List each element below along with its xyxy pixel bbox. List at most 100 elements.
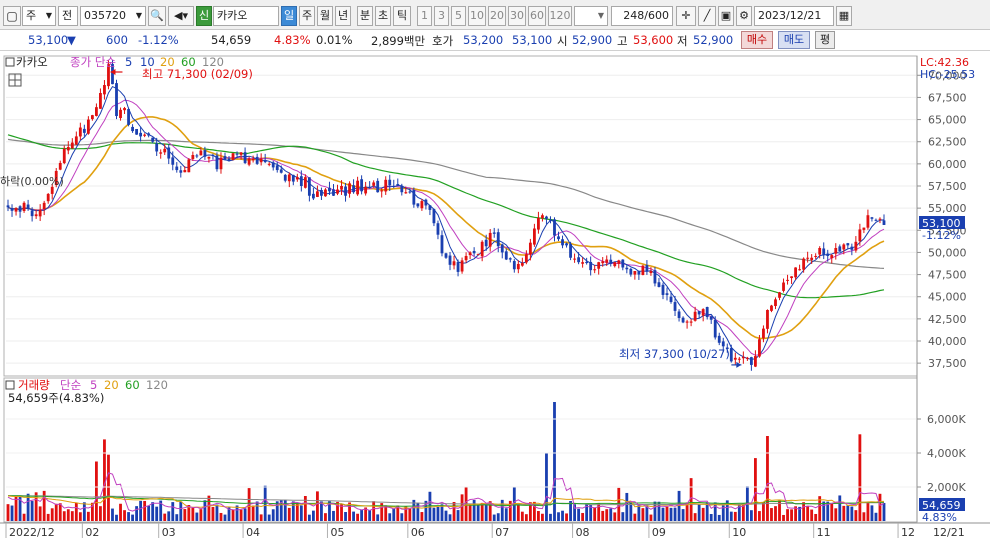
volume-bar	[480, 502, 484, 521]
volume-bar	[372, 501, 376, 521]
volume-bar	[625, 492, 629, 521]
volume-bar	[255, 501, 259, 521]
candle-body	[758, 339, 761, 357]
period-month-button[interactable]: 월	[317, 6, 333, 26]
buy-button[interactable]: 매수	[741, 31, 773, 49]
volume-bar	[641, 508, 645, 521]
crosshair-icon[interactable]: ✛	[676, 6, 696, 26]
minute-1-button[interactable]: 1	[417, 6, 432, 26]
line-tool-icon[interactable]: ╱	[698, 6, 716, 26]
search-icon[interactable]: 🔍	[148, 6, 166, 26]
candle-body	[223, 156, 227, 160]
volume-bar	[802, 502, 806, 521]
candle-body	[625, 267, 629, 270]
minute-10-button[interactable]: 10	[468, 6, 486, 26]
sell-button[interactable]: 매도	[778, 31, 810, 49]
legend-price-label: 종가 단순	[70, 55, 116, 69]
volume-bar	[219, 512, 223, 521]
volume-bar	[183, 509, 187, 521]
volume-bar	[408, 508, 412, 521]
period-minute-button[interactable]: 분	[357, 6, 373, 26]
minute-3-button[interactable]: 3	[434, 6, 449, 26]
period-day-button[interactable]: 일	[281, 6, 297, 26]
candle-body	[255, 156, 259, 164]
x-tick-label: 2022/12	[9, 526, 55, 539]
eval-button[interactable]: 평	[815, 31, 835, 49]
volume-bar	[770, 508, 773, 521]
volume-bar	[782, 514, 785, 521]
stock-chart[interactable]: 70,00067,50065,00062,50060,00057,50055,0…	[0, 52, 990, 542]
speaker-icon[interactable]: ◀▾	[168, 6, 194, 26]
candle-body	[701, 309, 705, 316]
minute-60-button[interactable]: 60	[528, 6, 546, 26]
candle-body	[219, 157, 223, 170]
save-icon[interactable]: ▣	[718, 6, 734, 26]
candle-body	[697, 311, 701, 315]
candle-body	[18, 206, 22, 212]
volume-bar	[207, 495, 211, 521]
price-tick-label: 67,500	[928, 91, 967, 104]
volume-bar	[557, 512, 560, 521]
candle-body	[119, 109, 122, 119]
volume-bar	[332, 510, 335, 521]
candle-body	[448, 255, 452, 265]
minute-120-button[interactable]: 120	[548, 6, 572, 26]
candle-body	[565, 243, 568, 246]
volume-bar	[669, 507, 673, 521]
candle-body	[468, 252, 472, 256]
volume-legend-ma120: 120	[146, 378, 168, 392]
candle-body	[239, 152, 243, 155]
candle-body	[520, 263, 524, 266]
candle-body	[444, 253, 448, 258]
volume-bar	[291, 501, 295, 521]
candle-body	[115, 83, 118, 117]
calendar-icon[interactable]: ▦	[836, 6, 852, 26]
candle-body	[874, 219, 878, 221]
candle-body	[496, 232, 500, 247]
period-week-button[interactable]: 주	[299, 6, 315, 26]
period-unit-select[interactable]: 전	[58, 6, 78, 26]
candle-body	[541, 215, 544, 219]
candle-body	[729, 348, 733, 362]
period-tick-button[interactable]: 틱	[393, 6, 411, 26]
volume-bar	[500, 499, 504, 521]
candle-body	[794, 267, 797, 278]
candle-body	[360, 179, 364, 192]
volume-bar	[70, 511, 74, 521]
minute-5-button[interactable]: 5	[451, 6, 466, 26]
code-input[interactable]: 035720 ▼	[80, 6, 146, 26]
volume-bar	[143, 500, 147, 521]
gear-icon[interactable]: ⚙	[736, 6, 752, 26]
candle-body	[472, 250, 476, 254]
volume-value: 54,659	[211, 33, 252, 47]
candle-body	[275, 165, 279, 171]
volume-bar	[131, 514, 134, 521]
candle-body	[307, 177, 311, 196]
candle-body	[545, 216, 548, 219]
market-select[interactable]: 주 ▼	[22, 6, 56, 26]
candle-body	[271, 162, 275, 168]
date-field[interactable]: 2023/12/21	[754, 6, 834, 26]
custom-period-select[interactable]: ▼	[574, 6, 608, 26]
candle-body	[754, 356, 757, 367]
candle-body	[834, 248, 838, 254]
candle-body	[484, 239, 488, 247]
candle-body	[159, 152, 163, 154]
volume-bar	[295, 503, 299, 521]
minute-20-button[interactable]: 20	[488, 6, 506, 26]
period-year-button[interactable]: 년	[335, 6, 351, 26]
minute-30-button[interactable]: 30	[508, 6, 526, 26]
period-second-button[interactable]: 초	[375, 6, 391, 26]
candle-body	[745, 357, 749, 359]
hc-label: HC:-25.53	[920, 68, 975, 81]
volume-legend-type: 단순	[60, 378, 81, 392]
volume-bar	[693, 513, 697, 521]
candle-body	[866, 215, 870, 228]
candle-body	[673, 302, 677, 311]
window-icon[interactable]: ▢	[3, 6, 21, 26]
candle-body	[593, 269, 597, 271]
candle-body	[713, 319, 717, 338]
candle-body	[203, 150, 207, 157]
volume-bar	[360, 509, 364, 521]
count-input[interactable]: 248/600	[611, 6, 673, 26]
